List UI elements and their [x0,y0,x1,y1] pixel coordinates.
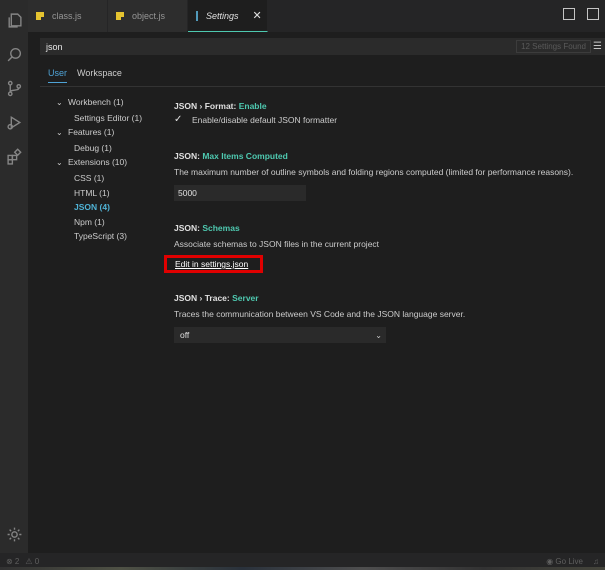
settings-search-box[interactable]: json 12 Settings Found ☰ [40,38,605,55]
go-live-button[interactable]: ◉ Go Live [546,557,583,566]
settings-toc-tree: ⌄ Workbench (1) Settings Editor (1) ⌄ Feat… [56,95,142,244]
split-editor-icon[interactable] [587,8,599,20]
gear-icon[interactable] [4,524,24,544]
extensions-icon[interactable] [4,146,24,166]
tree-item-label: Workbench (1) [68,97,124,107]
checkbox[interactable]: ✓ [174,115,184,125]
errors-count[interactable]: ⊗ 2 [6,557,19,566]
settings-found-count: 12 Settings Found [516,40,591,53]
activity-bar [0,0,28,553]
setting-category: JSON: [174,223,203,233]
chevron-down-icon: ⌄ [375,330,382,340]
setting-category: JSON › Trace: [174,293,233,303]
highlight-box: Edit in settings.json [164,255,264,273]
source-control-icon[interactable] [4,78,24,98]
select-value: off [180,330,190,340]
tab-label: Settings [206,10,239,21]
setting-description: Associate schemas to JSON files in the c… [174,239,380,249]
setting-title: JSON: Schemas [174,223,594,233]
setting-title: JSON: Max Items Computed [174,151,594,161]
tree-item-label: CSS (1) [74,172,105,183]
tab-class-js[interactable]: class.js [28,0,108,32]
setting-title: JSON › Trace: Server [174,293,594,303]
tab-object-js[interactable]: object.js [108,0,188,32]
setting-json-trace-server: JSON › Trace: Server Traces the communic… [174,293,594,343]
tree-item-label: JSON (4) [74,202,110,213]
setting-description: Traces the communication between VS Code… [174,309,466,319]
tree-item-typescript[interactable]: TypeScript (3) [56,229,142,244]
tree-item-npm[interactable]: Npm (1) [56,215,142,230]
tree-item-settings-editor[interactable]: Settings Editor (1) [56,111,142,126]
tree-item-extensions[interactable]: ⌄ Extensions (10) [56,155,142,171]
setting-name: Enable [238,101,267,111]
edit-in-settings-json-link[interactable]: Edit in settings.json [175,259,248,269]
setting-category: JSON: [174,151,203,161]
setting-json-format-enable: JSON › Format: Enable ✓ Enable/disable d… [174,101,594,125]
settings-scope-tabs: User Workspace [48,68,122,83]
tree-item-features[interactable]: ⌄ Features (1) [56,125,142,141]
tree-item-label: HTML (1) [74,187,110,198]
setting-category: JSON › Format: [174,101,239,111]
tree-item-label: Settings Editor (1) [74,112,143,123]
open-settings-json-icon[interactable] [563,8,575,20]
chevron-down-icon: ⌄ [56,98,63,107]
trace-server-select[interactable]: off ⌄ [174,327,386,343]
tree-item-label: Debug (1) [74,142,112,153]
file-icon [196,10,198,21]
max-items-input[interactable]: 5000 [174,185,306,201]
tree-item-label: Features (1) [68,127,115,138]
explorer-icon[interactable] [4,10,24,30]
tab-workspace[interactable]: Workspace [77,68,122,83]
tab-settings[interactable]: Settings ✕ [188,0,268,32]
tree-item-label: Npm (1) [74,216,105,227]
chevron-down-icon: ⌄ [56,158,63,168]
bell-icon[interactable]: ♫ [593,557,599,566]
tab-user[interactable]: User [48,68,68,83]
js-file-icon [36,12,44,20]
tree-item-label: Extensions (10) [68,157,128,168]
chevron-down-icon: ⌄ [56,128,63,138]
divider [40,86,605,87]
filter-menu-icon[interactable]: ☰ [593,41,603,52]
setting-json-max-items: JSON: Max Items Computed The maximum num… [174,151,594,201]
editor-tab-bar: class.js object.js Settings ✕ [28,0,605,32]
setting-json-schemas: JSON: Schemas Associate schemas to JSON … [164,223,594,273]
tree-item-workbench[interactable]: ⌄ Workbench (1) [56,95,142,111]
tab-label: class.js [52,11,82,21]
tree-item-json[interactable]: JSON (4) [56,200,142,215]
js-file-icon [116,12,124,20]
settings-list: JSON › Format: Enable ✓ Enable/disable d… [164,101,594,343]
setting-name: Max Items Computed [202,151,288,161]
tree-item-label: TypeScript (3) [74,231,127,242]
close-icon[interactable]: ✕ [253,9,262,22]
setting-description: The maximum number of outline symbols an… [174,167,574,177]
tree-item-html[interactable]: HTML (1) [56,186,142,201]
tree-item-debug[interactable]: Debug (1) [56,141,142,156]
search-input[interactable]: json [40,42,516,52]
editor-actions [563,8,599,20]
setting-title: JSON › Format: Enable [174,101,594,111]
warnings-count[interactable]: ⚠ 0 [25,557,39,566]
go-live-label: Go Live [555,557,583,566]
tab-label: object.js [132,11,166,21]
search-icon[interactable] [4,44,24,64]
run-debug-icon[interactable] [4,112,24,132]
setting-description: Enable/disable default JSON formatter [192,115,338,125]
tree-item-css[interactable]: CSS (1) [56,171,142,186]
setting-name: Schemas [202,223,240,233]
setting-name: Server [232,293,259,303]
